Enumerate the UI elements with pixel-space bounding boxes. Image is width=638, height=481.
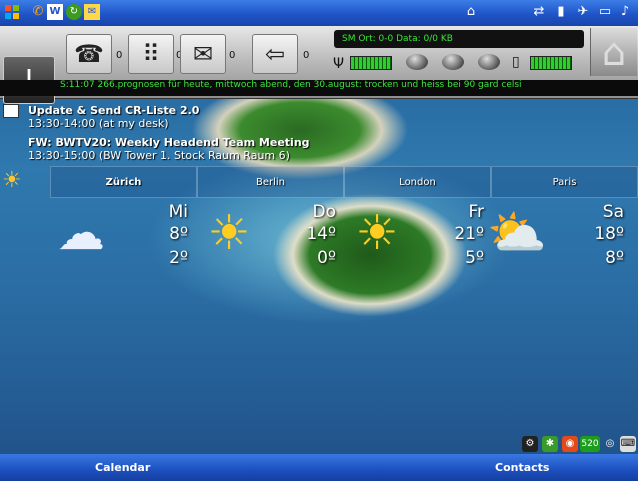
sun-icon: ☀ [355, 205, 399, 261]
battery-icon: ▭ [598, 4, 612, 19]
tab-city-berlin[interactable]: Berlin [197, 166, 344, 198]
system-tray: ⚙ ✱ ◉ 520 ◎ ⌨ [0, 434, 638, 454]
tab-city-zurich[interactable]: Zürich [50, 166, 197, 198]
home-button[interactable]: ⌂ [590, 28, 637, 76]
signal-meter [350, 56, 392, 70]
forecast-day: ⛅ Sa 18º 8º [486, 202, 636, 272]
city-tabs: Zürich Berlin London Paris [50, 166, 638, 198]
day-high: 8º [169, 224, 188, 244]
call-button[interactable]: ☎ [66, 34, 112, 74]
appointment-title: FW: BWTV20: Weekly Headend Team Meeting [28, 136, 310, 149]
refresh-icon[interactable]: ↻ [66, 4, 82, 20]
forecast-day: ☀ Do 14º 0º [198, 202, 348, 272]
wifi-icon: ✈ [577, 4, 589, 19]
appointment-title: Update & Send CR-Liste 2.0 [28, 104, 200, 117]
day-low: 2º [169, 248, 188, 268]
weather-app-icon[interactable]: ☀ [2, 168, 28, 196]
home-icon[interactable]: ⌂ [463, 4, 479, 20]
appointment-1[interactable]: Update & Send CR-Liste 2.0 13:30-14:00 (… [28, 104, 199, 130]
phone-icon[interactable]: ✆ [30, 4, 46, 20]
appointment-2[interactable]: FW: BWTV20: Weekly Headend Team Meeting … [28, 136, 310, 162]
news-ticker: S:11:07 266.prognosen für heute, mittwoc… [0, 80, 638, 96]
connection-status: SM Ort: 0-0 Data: 0/0 KB [334, 30, 584, 48]
antenna-icon: Ψ [333, 56, 345, 72]
top-taskbar: ✆ W ↻ ✉ ⌂ ⇄ ▮ ✈ ▭ ♪ [0, 0, 638, 26]
day-high: 18º [594, 224, 624, 244]
tab-city-paris[interactable]: Paris [491, 166, 638, 198]
partly-cloudy-icon: ⛅ [487, 205, 547, 261]
phone-toggle-icon[interactable] [478, 54, 500, 70]
speaker-icon[interactable]: ♪ [617, 4, 633, 20]
day-name: Do [312, 202, 337, 222]
signal-icon: ▮ [557, 4, 565, 19]
email-button[interactable]: ✉ [180, 34, 226, 74]
power-icon[interactable]: ◉ [562, 436, 578, 452]
voicemail-count: 0 [303, 50, 310, 61]
day-name: Sa [602, 202, 624, 222]
appointment-time: 13:30-14:00 (at my desk) [28, 117, 169, 130]
battery-small-icon: ▯ [512, 54, 520, 70]
tab-city-london[interactable]: London [344, 166, 491, 198]
day-name: Fr [468, 202, 484, 222]
rain-cloud-icon: ☁ [57, 205, 105, 261]
day-high: 21º [454, 224, 484, 244]
call-count: 0 [116, 50, 123, 61]
voicemail-button[interactable]: ⇦ [252, 34, 298, 74]
wifi-toggle-icon[interactable] [442, 54, 464, 70]
day-high: 14º [306, 224, 336, 244]
battery-meter [530, 56, 572, 70]
sms-button[interactable]: ⠿ [128, 34, 174, 74]
sun-icon: ☀ [207, 205, 251, 261]
tray-badge[interactable]: 520 [580, 436, 600, 452]
keyboard-icon[interactable]: ⌨ [620, 436, 636, 452]
forecast-day: ☁ Mi 8º 2º [50, 202, 200, 272]
day-low: 5º [465, 248, 484, 268]
day-name: Mi [168, 202, 188, 222]
forecast-day: ☀ Fr 21º 5º [346, 202, 496, 272]
day-low: 8º [605, 248, 624, 268]
softkey-bar: Calendar Contacts [0, 454, 638, 481]
day-low: 0º [317, 248, 336, 268]
windows-start-icon[interactable] [4, 4, 20, 20]
messenger-icon[interactable]: ✉ [84, 4, 100, 20]
sync-status-icon[interactable]: ✱ [542, 436, 558, 452]
contacts-softkey[interactable]: Contacts [495, 454, 549, 481]
calendar-softkey[interactable]: Calendar [95, 454, 150, 481]
calendar-icon [3, 104, 19, 118]
sync-icon[interactable]: ⇄ [531, 4, 547, 20]
word-icon[interactable]: W [47, 4, 63, 20]
network-icon[interactable]: ⚙ [522, 436, 538, 452]
appointment-time: 13:30-15:00 (BW Tower 1. Stock Raum Raum… [28, 149, 290, 162]
camera-icon[interactable]: ◎ [602, 436, 618, 452]
email-count: 0 [229, 50, 236, 61]
bluetooth-toggle-icon[interactable] [406, 54, 428, 70]
